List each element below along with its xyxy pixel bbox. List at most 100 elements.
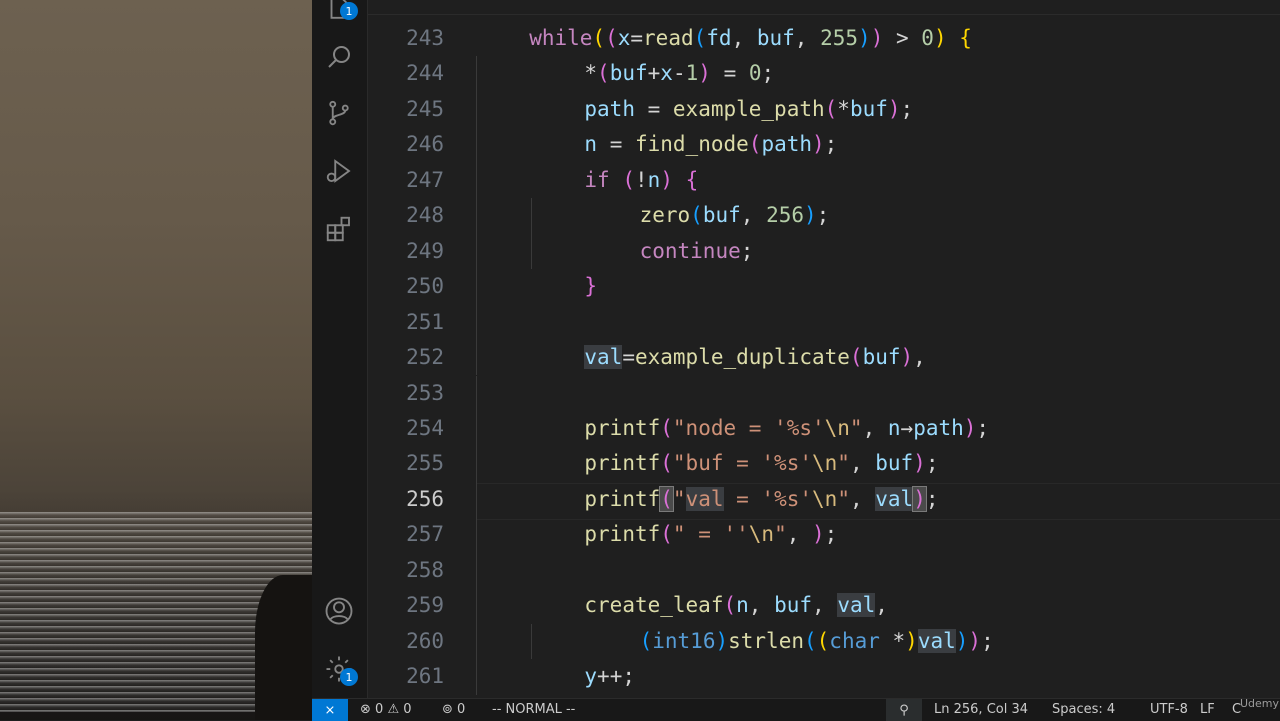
account-icon[interactable] — [322, 594, 356, 628]
code-token: , — [812, 593, 838, 618]
code-token: ( — [693, 26, 707, 50]
code-line[interactable]: 252 val=example_duplicate(buf), — [368, 340, 1280, 376]
code-line[interactable]: 256 printf("val = '%s'\n", val); — [368, 481, 1280, 518]
extensions-icon[interactable] — [322, 212, 356, 246]
code-token: , — [786, 522, 813, 547]
source-control-icon[interactable] — [322, 96, 356, 130]
code-token: , — [875, 593, 888, 618]
code-line[interactable]: 246 n = find_node(path); — [368, 127, 1280, 163]
code-token: ; — [925, 486, 939, 511]
indent-guide — [476, 269, 477, 305]
run-debug-icon[interactable] — [322, 154, 356, 188]
code-token: ) — [870, 26, 884, 50]
code-token: = — [634, 96, 673, 121]
error-icon: ⊗ — [360, 702, 371, 717]
encoding[interactable]: UTF-8 — [1150, 699, 1188, 721]
code-token: ; — [925, 451, 939, 476]
code-token: ; — [740, 238, 754, 263]
code-line[interactable]: 243 while((x=read(fd, buf, 255)) > 0) { — [368, 21, 1280, 56]
settings-badge: 1 — [340, 668, 358, 686]
code-token: ++; — [597, 664, 635, 689]
code-token: printf — [584, 486, 661, 511]
code-token: * — [837, 96, 850, 121]
cursor-position[interactable]: Ln 256, Col 34 — [934, 699, 1028, 721]
code-token: n — [584, 132, 598, 157]
indent-guide — [476, 552, 477, 589]
code-token: x — [617, 26, 631, 50]
editor-tab-bar-edge — [368, 0, 1280, 15]
zoom-icon: ⚲ — [899, 702, 909, 718]
search-icon[interactable] — [322, 40, 356, 74]
problems-indicator[interactable]: ⊗ 0 ⚠ 0 — [360, 699, 412, 721]
code-line[interactable]: 248 zero(buf, 256); — [368, 198, 1280, 234]
line-number: 254 — [406, 415, 444, 440]
code-line[interactable]: 259 create_leaf(n, buf, val, — [368, 588, 1280, 624]
code-line[interactable]: 254 printf("node = '%s'\n", n→path); — [368, 410, 1280, 447]
code-token: ( — [592, 26, 606, 50]
code-token: = — [622, 345, 635, 370]
code-token: printf — [584, 415, 661, 440]
code-token: \n — [824, 415, 850, 440]
code-line[interactable]: 260 (int16)strlen((char *)val)); — [368, 623, 1280, 660]
code-token: \n — [812, 486, 838, 511]
code-token: " — [837, 451, 850, 476]
desktop-wallpaper — [0, 0, 325, 720]
zoom-button[interactable]: ⚲ — [886, 699, 922, 721]
code-line[interactable]: 257 printf(" = ''\n", ); — [368, 517, 1280, 553]
code-token: ( — [803, 628, 817, 653]
code-text: if (!n) { — [584, 163, 698, 198]
code-token: "node = '%s' — [672, 415, 825, 440]
code-token: read — [643, 26, 694, 50]
end-of-line[interactable]: LF — [1200, 699, 1215, 721]
code-token: zero — [639, 203, 691, 228]
code-token: ) — [955, 628, 969, 653]
files-icon[interactable]: 1 — [322, 0, 358, 26]
code-line[interactable]: 245 path = example_path(*buf); — [368, 91, 1280, 128]
code-token: y — [584, 664, 598, 689]
code-line[interactable]: 258 — [368, 552, 1280, 589]
code-token: > — [883, 26, 922, 50]
code-token: buf — [774, 593, 813, 618]
code-token: , — [731, 26, 757, 50]
line-number: 258 — [406, 557, 444, 582]
code-token: char — [829, 628, 880, 653]
indent-guide — [476, 623, 477, 660]
code-token: ; — [761, 61, 775, 86]
code-token: \n — [811, 451, 838, 476]
code-line[interactable]: 249 continue; — [368, 233, 1280, 270]
code-editor[interactable]: 243 while((x=read(fd, buf, 255)) > 0) {24… — [368, 0, 1280, 698]
code-token: strlen — [728, 628, 804, 653]
settings-gear-icon[interactable]: 1 — [322, 652, 358, 686]
code-line[interactable]: 251 — [368, 304, 1280, 341]
code-line[interactable]: 261 y++; — [368, 659, 1280, 695]
code-token: ( — [660, 451, 673, 476]
line-number: 261 — [406, 664, 444, 689]
code-line[interactable]: 247 if (!n) { — [368, 162, 1280, 199]
code-text: printf(" = ''\n", ); — [584, 517, 837, 552]
ports-indicator[interactable]: ⊚ 0 — [442, 699, 465, 721]
indentation[interactable]: Spaces: 4 — [1052, 699, 1115, 721]
code-token: ( — [597, 61, 610, 86]
code-text: (int16)strlen((char *)val)); — [640, 624, 994, 659]
code-token: { — [685, 167, 699, 192]
code-text: printf("val = '%s'\n", val); — [584, 482, 939, 517]
code-line[interactable]: 250} — [368, 269, 1280, 305]
code-text: while((x=read(fd, buf, 255)) > 0) { — [529, 21, 972, 56]
indent-guide — [476, 198, 477, 234]
code-line[interactable]: 255 printf("buf = '%s'\n", buf); — [368, 446, 1280, 482]
code-token: printf — [584, 451, 661, 476]
remote-indicator-button[interactable]: ⨯ — [312, 699, 348, 721]
vim-mode: -- NORMAL -- — [492, 702, 576, 717]
line-number: 251 — [406, 309, 444, 334]
code-token: 255 — [820, 26, 859, 50]
code-token: = — [710, 61, 749, 86]
code-line[interactable]: 253 — [368, 375, 1280, 411]
code-token: int16 — [652, 628, 716, 653]
code-text: printf("node = '%s'\n", n→path); — [584, 411, 989, 446]
code-line[interactable]: 244 *(buf+x-1) = 0; — [368, 56, 1280, 92]
line-number: 250 — [406, 274, 444, 299]
code-token: ; — [976, 415, 990, 440]
code-token: while — [529, 26, 593, 50]
code-token: continue — [639, 238, 741, 263]
